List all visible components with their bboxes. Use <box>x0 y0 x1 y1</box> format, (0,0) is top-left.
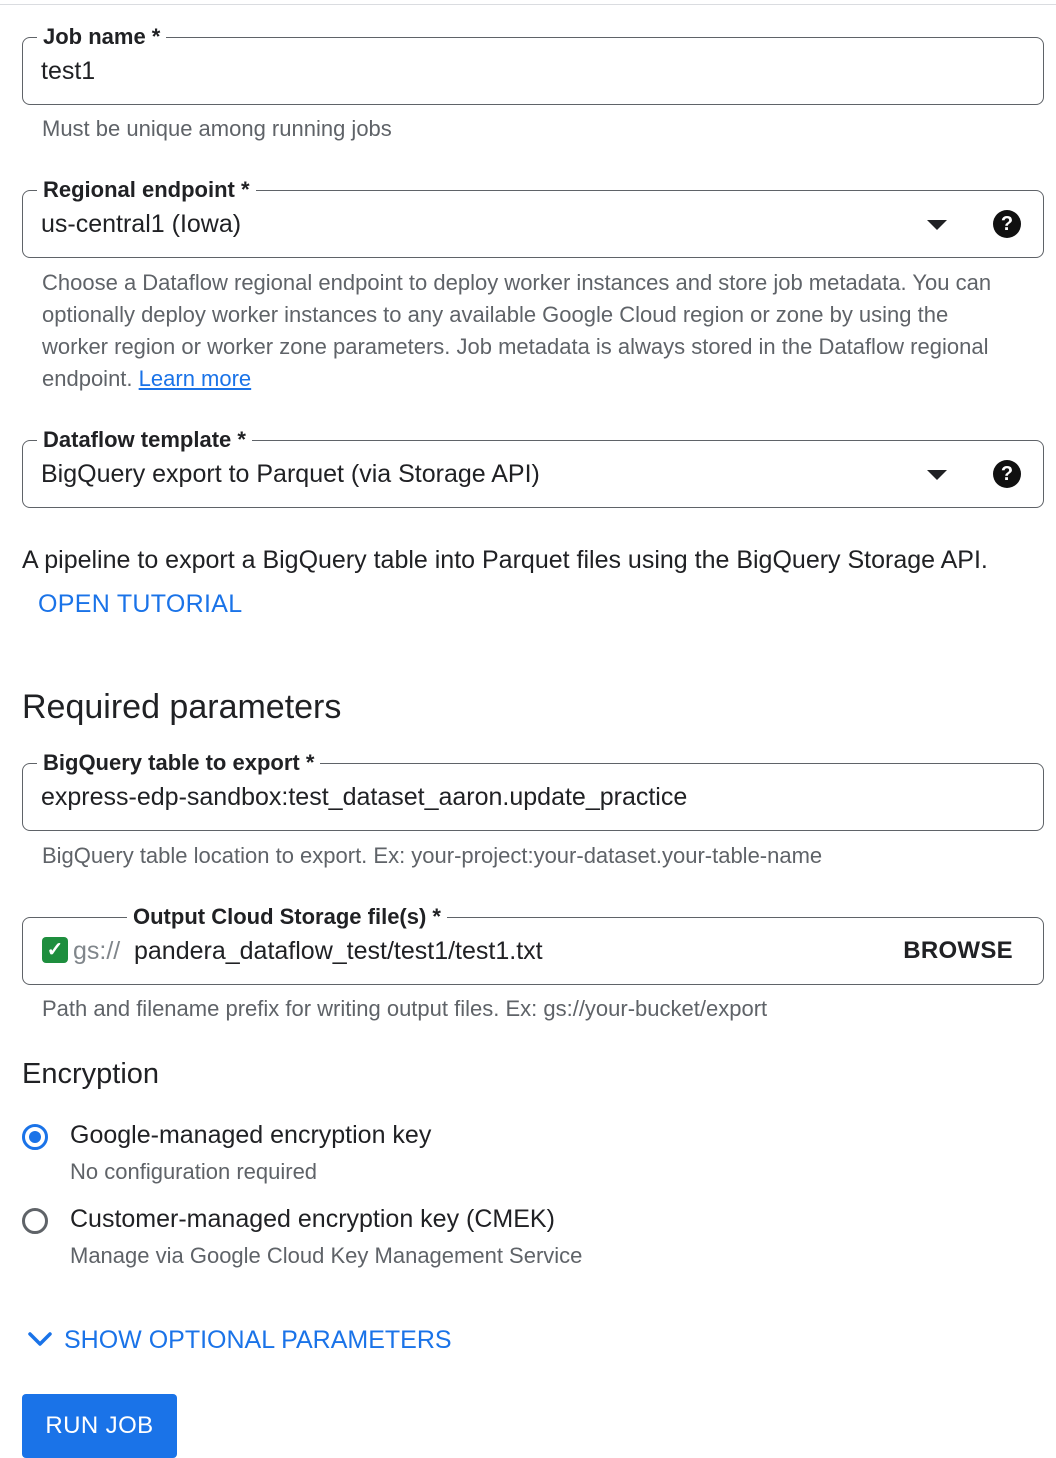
output-storage-value[interactable]: pandera_dataflow_test/test1/test1.txt <box>134 918 543 984</box>
checkbox-checked-icon: ✓ <box>42 937 68 963</box>
dataflow-template-value: BigQuery export to Parquet (via Storage … <box>41 460 540 488</box>
google-managed-key-sub: No configuration required <box>70 1159 318 1184</box>
help-icon[interactable]: ? <box>993 210 1021 238</box>
learn-more-link[interactable]: Learn more <box>139 366 252 391</box>
customer-managed-key-sub: Manage via Google Cloud Key Management S… <box>70 1243 583 1268</box>
help-icon[interactable]: ? <box>993 460 1021 488</box>
open-tutorial-link[interactable]: OPEN TUTORIAL <box>38 590 242 619</box>
show-optional-parameters-button[interactable]: SHOW OPTIONAL PARAMETERS <box>28 1326 452 1355</box>
output-storage-hint: Path and filename prefix for writing out… <box>42 996 768 1021</box>
job-name-value[interactable]: test1 <box>41 38 95 104</box>
output-storage-field[interactable]: Output Cloud Storage file(s) * ✓ gs:// p… <box>22 902 1044 985</box>
bigquery-table-field[interactable]: BigQuery table to export * express-edp-s… <box>22 748 1044 831</box>
regional-endpoint-hint: Choose a Dataflow regional endpoint to d… <box>42 267 1002 395</box>
run-job-button[interactable]: RUN JOB <box>22 1394 177 1458</box>
top-divider <box>0 4 1056 5</box>
job-name-hint: Must be unique among running jobs <box>42 116 392 141</box>
required-parameters-title: Required parameters <box>22 688 342 726</box>
gs-prefix: gs:// <box>73 937 121 965</box>
bigquery-table-value[interactable]: express-edp-sandbox:test_dataset_aaron.u… <box>41 764 687 830</box>
template-description: A pipeline to export a BigQuery table in… <box>22 546 988 574</box>
google-managed-key-radio[interactable] <box>22 1124 48 1150</box>
customer-managed-key-label[interactable]: Customer-managed encryption key (CMEK) <box>70 1205 555 1234</box>
dropdown-arrow-icon[interactable] <box>927 470 947 480</box>
dropdown-arrow-icon[interactable] <box>927 220 947 230</box>
regional-endpoint-value: us-central1 (Iowa) <box>41 210 242 238</box>
job-name-field[interactable]: Job name * test1 <box>22 22 1044 105</box>
regional-endpoint-select[interactable]: Regional endpoint * us-central1 (Iowa) ? <box>22 175 1044 258</box>
show-optional-label: SHOW OPTIONAL PARAMETERS <box>64 1326 452 1354</box>
dataflow-template-select[interactable]: Dataflow template * BigQuery export to P… <box>22 425 1044 508</box>
customer-managed-key-radio[interactable] <box>22 1208 48 1234</box>
browse-button[interactable]: BROWSE <box>903 918 1013 984</box>
google-managed-key-label[interactable]: Google-managed encryption key <box>70 1121 431 1150</box>
encryption-title: Encryption <box>22 1058 160 1090</box>
chevron-down-icon <box>28 1332 52 1347</box>
bigquery-table-hint: BigQuery table location to export. Ex: y… <box>42 843 823 868</box>
